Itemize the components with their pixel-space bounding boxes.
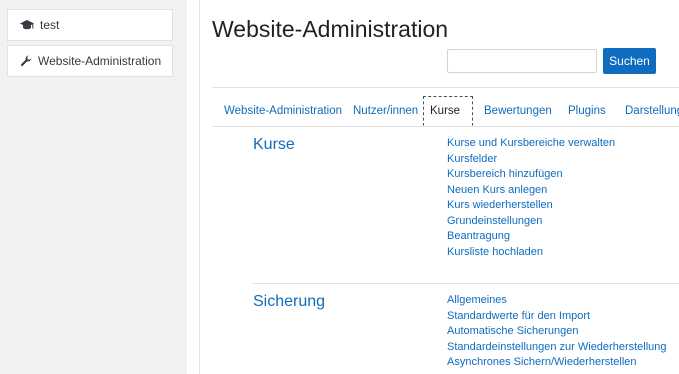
list-item: Standardwerte für den Import: [447, 309, 667, 325]
list-item: Beantragung: [447, 229, 615, 245]
section-links-kurse: Kurse und Kursbereiche verwalten Kursfel…: [447, 136, 615, 260]
list-item: Kurse und Kursbereiche verwalten: [447, 136, 615, 152]
link-kurse-verwalten[interactable]: Kurse und Kursbereiche verwalten: [447, 137, 615, 149]
header-divider: [212, 87, 679, 88]
list-item: Neuen Kurs anlegen: [447, 183, 615, 199]
link-kursbereich-hinzufuegen[interactable]: Kursbereich hinzufügen: [447, 168, 563, 180]
link-kursfelder[interactable]: Kursfelder: [447, 153, 497, 165]
wrench-icon: [20, 55, 32, 67]
link-allgemeines[interactable]: Allgemeines: [447, 294, 507, 306]
list-item: Kurs wiederherstellen: [447, 198, 615, 214]
search-input[interactable]: [447, 49, 597, 73]
section-title-sicherung: Sicherung: [253, 293, 326, 310]
list-item: Allgemeines: [447, 293, 667, 309]
link-automatische-sicherungen[interactable]: Automatische Sicherungen: [447, 325, 578, 337]
tab-nutzer-innen[interactable]: Nutzer/innen: [353, 96, 418, 126]
section-title-kurse: Kurse: [253, 136, 295, 153]
list-item: Automatische Sicherungen: [447, 324, 667, 340]
sidebar-item-website-administration[interactable]: Website-Administration: [7, 45, 173, 77]
tab-plugins[interactable]: Plugins: [568, 96, 606, 126]
link-standardwerte-import[interactable]: Standardwerte für den Import: [447, 310, 590, 322]
list-item: Kursbereich hinzufügen: [447, 167, 615, 183]
tab-website-administration[interactable]: Website-Administration: [224, 96, 342, 126]
list-item: Asynchrones Sichern/Wiederherstellen: [447, 355, 667, 371]
tabs-divider: [212, 126, 679, 127]
section-divider: [253, 283, 679, 284]
graduation-cap-icon: [20, 20, 34, 30]
list-item: Standardeinstellungen zur Wiederherstell…: [447, 340, 667, 356]
admin-tabs: Website-Administration Nutzer/innen Kurs…: [0, 96, 679, 126]
link-asynchrones-sichern[interactable]: Asynchrones Sichern/Wiederherstellen: [447, 356, 637, 368]
content-divider: [199, 0, 200, 374]
link-kurs-wiederherstellen[interactable]: Kurs wiederherstellen: [447, 199, 553, 211]
list-item: Kursfelder: [447, 152, 615, 168]
tab-darstellung[interactable]: Darstellung: [625, 96, 679, 126]
link-beantragung[interactable]: Beantragung: [447, 230, 510, 242]
link-kursliste-hochladen[interactable]: Kursliste hochladen: [447, 246, 543, 258]
tab-bewertungen[interactable]: Bewertungen: [484, 96, 552, 126]
section-links-sicherung: Allgemeines Standardwerte für den Import…: [447, 293, 667, 371]
link-neuen-kurs-anlegen[interactable]: Neuen Kurs anlegen: [447, 184, 547, 196]
sidebar-item-label: test: [40, 18, 60, 32]
link-grundeinstellungen[interactable]: Grundeinstellungen: [447, 215, 542, 227]
list-item: Grundeinstellungen: [447, 214, 615, 230]
list-item: Kursliste hochladen: [447, 245, 615, 261]
sidebar-item-label: Website-Administration: [38, 54, 162, 68]
sidebar: test Website-Administration: [0, 0, 187, 374]
search-button[interactable]: Suchen: [603, 48, 656, 74]
link-standardeinstellungen-wiederherstellung[interactable]: Standardeinstellungen zur Wiederherstell…: [447, 341, 667, 353]
page-title: Website-Administration: [212, 16, 449, 42]
sidebar-item-test[interactable]: test: [7, 9, 173, 41]
tab-kurse[interactable]: Kurse: [423, 96, 473, 126]
